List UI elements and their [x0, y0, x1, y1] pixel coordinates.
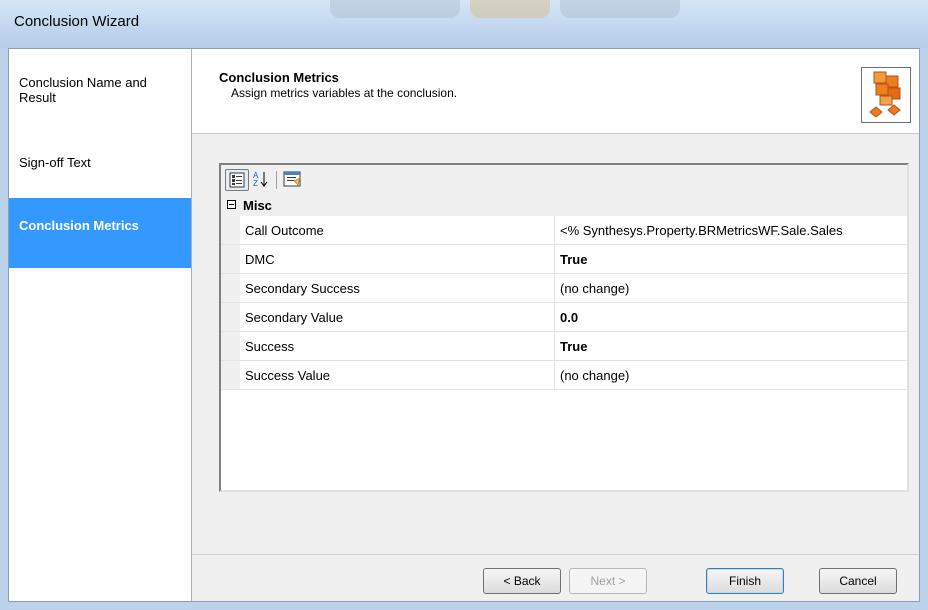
wizard-window: Conclusion Name and Result Sign-off Text…: [8, 48, 920, 602]
property-rows: Call Outcome <% Synthesys.Property.BRMet…: [221, 216, 907, 390]
row-gutter: [221, 216, 240, 244]
sidebar-item-label: Conclusion Name and Result: [19, 75, 147, 105]
property-value[interactable]: True: [560, 339, 906, 354]
column-divider: [554, 303, 555, 331]
property-value[interactable]: (no change): [560, 368, 906, 383]
sidebar-item-conclusion-name-and-result[interactable]: Conclusion Name and Result: [9, 75, 191, 105]
wizard-step-sidebar: Conclusion Name and Result Sign-off Text…: [9, 49, 192, 601]
column-divider: [554, 274, 555, 302]
wizard-content: Conclusion Metrics Assign metrics variab…: [192, 49, 919, 601]
back-button[interactable]: < Back: [483, 568, 561, 594]
orange-cubes-icon: [861, 67, 911, 123]
category-misc[interactable]: Misc: [221, 195, 907, 216]
sidebar-item-conclusion-metrics[interactable]: Conclusion Metrics: [9, 198, 191, 268]
property-name: DMC: [245, 252, 275, 267]
property-pages-icon: [283, 171, 301, 187]
next-button[interactable]: Next >: [569, 568, 647, 594]
category-label: Misc: [243, 198, 272, 213]
row-gutter: [221, 332, 240, 360]
background-window-shadow: [470, 0, 550, 18]
property-value[interactable]: 0.0: [560, 310, 906, 325]
column-divider: [554, 332, 555, 360]
property-value[interactable]: <% Synthesys.Property.BRMetricsWF.Sale.S…: [560, 223, 906, 238]
table-row[interactable]: Call Outcome <% Synthesys.Property.BRMet…: [221, 216, 907, 245]
table-row[interactable]: Secondary Value 0.0: [221, 303, 907, 332]
toolbar-separator: [276, 171, 277, 189]
alphabetical-button[interactable]: A Z: [250, 169, 274, 191]
table-row[interactable]: Success Value (no change): [221, 361, 907, 390]
property-value[interactable]: True: [560, 252, 906, 267]
background-window-shadow: [330, 0, 460, 18]
row-gutter: [221, 274, 240, 302]
sidebar-item-label: Conclusion Metrics: [19, 218, 139, 233]
sidebar-item-sign-off-text[interactable]: Sign-off Text: [9, 155, 191, 170]
svg-text:Z: Z: [253, 179, 258, 188]
property-pages-button[interactable]: [281, 169, 305, 191]
page-subtitle: Assign metrics variables at the conclusi…: [231, 86, 458, 100]
categorized-icon: [229, 172, 245, 188]
alphabetical-sort-icon: A Z: [253, 171, 268, 188]
sidebar-item-label: Sign-off Text: [19, 155, 91, 170]
column-divider: [554, 361, 555, 389]
property-name: Secondary Success: [245, 281, 360, 296]
window-titlebar: Conclusion Wizard: [0, 0, 928, 48]
row-gutter: [221, 303, 240, 331]
property-grid: A Z Misc Call Outcome <% Synthesys.Prope…: [219, 163, 909, 492]
finish-button[interactable]: Finish: [706, 568, 784, 594]
row-gutter: [221, 245, 240, 273]
property-grid-toolbar: A Z: [221, 165, 907, 195]
property-name: Success: [245, 339, 295, 354]
table-row[interactable]: Success True: [221, 332, 907, 361]
page-header: Conclusion Metrics Assign metrics variab…: [192, 49, 919, 134]
table-row[interactable]: Secondary Success (no change): [221, 274, 907, 303]
column-divider: [554, 216, 555, 244]
property-name: Call Outcome: [245, 223, 324, 238]
property-value[interactable]: (no change): [560, 281, 906, 296]
property-name: Success Value: [245, 368, 331, 383]
window-title: Conclusion Wizard: [14, 13, 140, 30]
page-title: Conclusion Metrics: [219, 70, 339, 85]
categorized-button[interactable]: [225, 169, 249, 191]
row-gutter: [221, 361, 240, 389]
column-divider: [554, 245, 555, 273]
property-name: Secondary Value: [245, 310, 344, 325]
button-area-divider: [192, 554, 919, 555]
background-window-shadow: [560, 0, 680, 18]
collapse-icon[interactable]: [227, 200, 236, 209]
cancel-button[interactable]: Cancel: [819, 568, 897, 594]
table-row[interactable]: DMC True: [221, 245, 907, 274]
